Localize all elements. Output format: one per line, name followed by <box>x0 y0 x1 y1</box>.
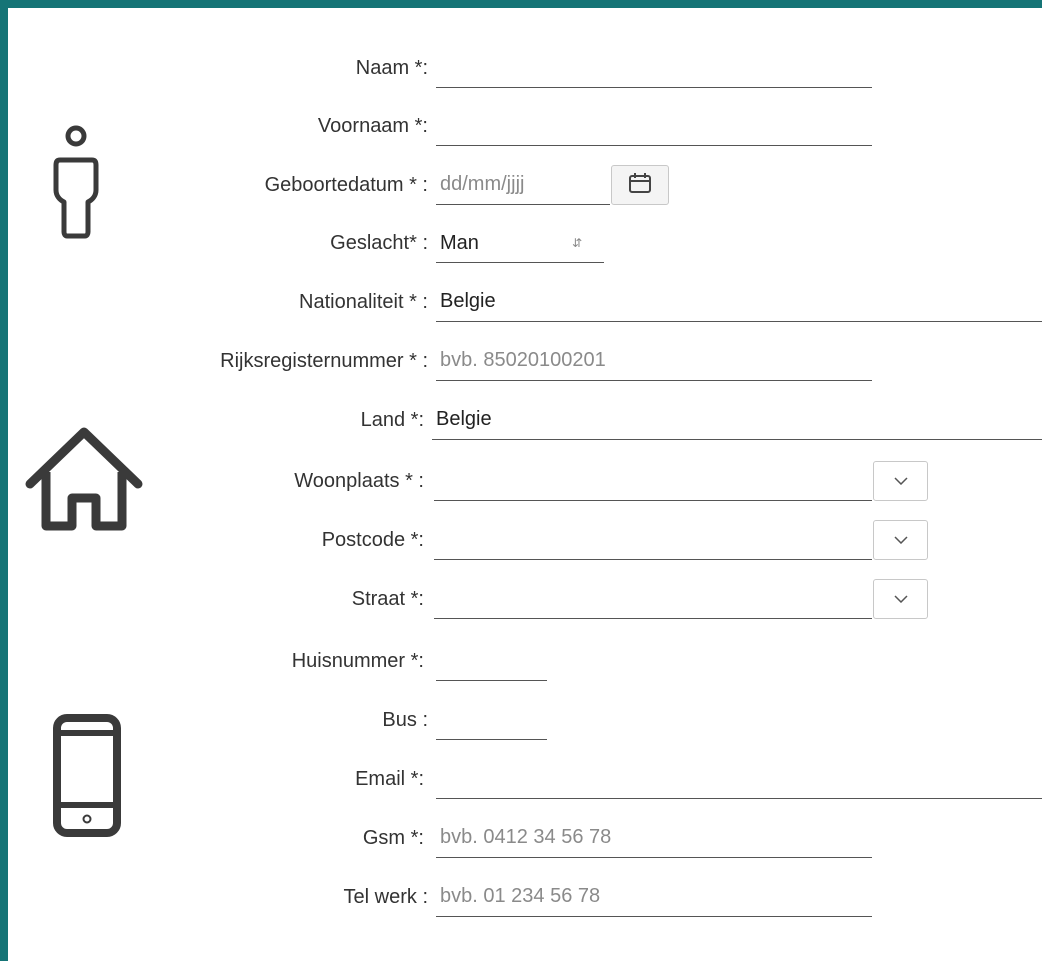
postcode-input[interactable] <box>434 520 872 560</box>
straat-row: Straat *: <box>8 579 1042 619</box>
chevron-down-icon <box>893 531 908 549</box>
email-row: Email *: <box>8 759 1042 799</box>
form-panel: Naam *: Voornaam *: Geboortedatum * : Ge… <box>8 8 1042 961</box>
chevron-down-icon <box>893 590 908 608</box>
voornaam-label: Voornaam *: <box>317 115 428 137</box>
straat-dropdown-button[interactable] <box>873 579 928 619</box>
geslacht-select[interactable]: Man ⇵ <box>436 223 604 263</box>
geboortedatum-row: Geboortedatum * : <box>8 165 1042 205</box>
rijksregisternummer-row: Rijksregisternummer * : <box>8 341 1042 381</box>
straat-label: Straat *: <box>351 588 424 610</box>
huisnummer-label: Huisnummer *: <box>291 650 424 672</box>
rijksregisternummer-input[interactable] <box>436 341 872 381</box>
naam-row: Naam *: <box>8 48 1042 88</box>
huisnummer-row: Huisnummer *: <box>8 641 1042 681</box>
nationaliteit-input[interactable] <box>436 282 1042 322</box>
bus-label: Bus : <box>382 709 428 731</box>
nationaliteit-row: Nationaliteit * : <box>8 282 1042 322</box>
gsm-input[interactable] <box>436 818 872 858</box>
sort-arrows-icon: ⇵ <box>572 236 583 250</box>
gsm-row: Gsm *: <box>8 818 1042 858</box>
woonplaats-dropdown-button[interactable] <box>873 461 928 501</box>
land-input[interactable] <box>432 400 1042 440</box>
rijksregisternummer-label: Rijksregisternummer * : <box>220 350 428 372</box>
geboortedatum-input[interactable] <box>436 165 610 205</box>
postcode-dropdown-button[interactable] <box>873 520 928 560</box>
bus-input[interactable] <box>436 700 547 740</box>
email-label: Email *: <box>355 768 424 790</box>
calendar-icon <box>628 172 652 199</box>
geslacht-label: Geslacht* : <box>330 232 428 254</box>
voornaam-row: Voornaam *: <box>8 106 1042 146</box>
nationaliteit-label: Nationaliteit * : <box>299 291 428 313</box>
telwerk-input[interactable] <box>436 877 872 917</box>
telwerk-row: Tel werk : <box>8 877 1042 917</box>
straat-input[interactable] <box>434 579 872 619</box>
huisnummer-input[interactable] <box>436 641 547 681</box>
telwerk-label: Tel werk : <box>343 886 428 908</box>
chevron-down-icon <box>893 472 908 490</box>
naam-input[interactable] <box>436 48 872 88</box>
geslacht-selected-value: Man <box>440 232 479 254</box>
postcode-row: Postcode *: <box>8 520 1042 560</box>
geslacht-row: Geslacht* : Man ⇵ <box>8 223 1042 263</box>
woonplaats-label: Woonplaats * : <box>294 470 424 492</box>
bus-row: Bus : <box>8 700 1042 740</box>
voornaam-input[interactable] <box>436 106 872 146</box>
geboortedatum-label: Geboortedatum * : <box>264 174 428 196</box>
email-input[interactable] <box>436 759 1042 799</box>
gsm-label: Gsm *: <box>362 827 424 849</box>
calendar-button[interactable] <box>611 165 669 205</box>
postcode-label: Postcode *: <box>321 529 424 551</box>
land-label: Land *: <box>360 409 424 431</box>
naam-label: Naam *: <box>355 57 428 79</box>
woonplaats-row: Woonplaats * : <box>8 461 1042 501</box>
woonplaats-input[interactable] <box>434 461 872 501</box>
land-row: Land *: <box>8 400 1042 440</box>
